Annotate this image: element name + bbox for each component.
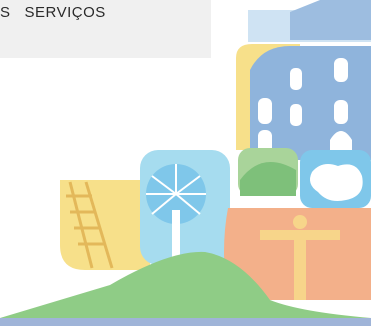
window: [334, 100, 348, 124]
window: [290, 104, 302, 126]
window: [334, 58, 348, 82]
city-collage-logo-icon: [0, 0, 371, 318]
window: [290, 68, 302, 90]
christ-head: [293, 215, 307, 229]
palm-trunk: [172, 210, 180, 260]
building-top: [290, 0, 371, 40]
accent-bar: [0, 318, 371, 326]
window: [258, 98, 272, 124]
